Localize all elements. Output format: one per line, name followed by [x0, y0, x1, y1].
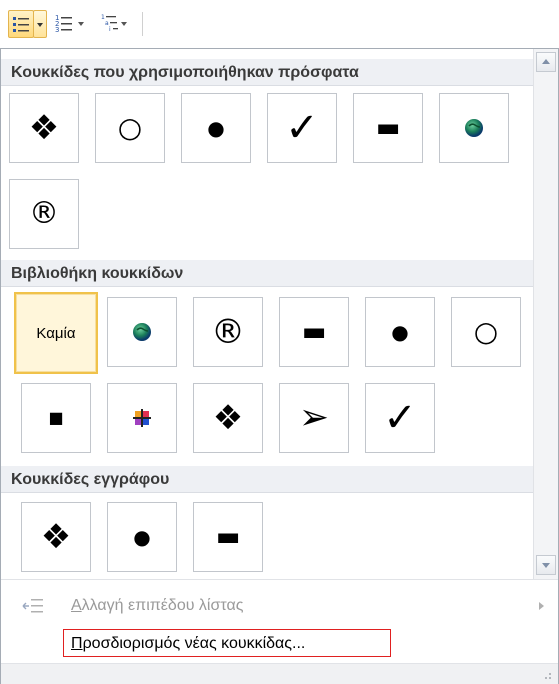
diamond-bullet-icon: ❖: [40, 517, 72, 557]
diamond-bullet-icon: ❖: [212, 398, 244, 438]
filled-circle-bullet-icon: ●: [207, 116, 225, 140]
arrow-bullet-icon: ➢: [298, 397, 330, 438]
define-new-bullet-label: Προσδιορισμός νέας κουκκίδας...: [71, 635, 306, 652]
section-header-library: Βιβλιοθήκη κουκκίδων: [1, 260, 533, 287]
bullet-option-dash[interactable]: ▬: [279, 297, 349, 367]
square-bullet-icon: ■: [48, 408, 64, 427]
multicolor-square-bullet-icon: [133, 409, 151, 427]
registered-bullet-icon: ®: [29, 196, 59, 231]
gallery-scrollbar[interactable]: [533, 49, 558, 579]
bullets-dropdown-button[interactable]: [33, 10, 47, 38]
change-level-icon: [22, 599, 43, 613]
resize-grip-icon: [545, 673, 551, 679]
numbering-dropdown-button[interactable]: [76, 10, 86, 36]
section-header-recent: Κουκκίδες που χρησιμοποιήθηκαν πρόσφατα: [1, 59, 533, 86]
hollow-circle-bullet-icon: ○: [473, 315, 499, 348]
bullet-option-dash[interactable]: ▬: [353, 93, 423, 163]
chevron-right-icon: [539, 602, 544, 610]
change-level-label: Αλλαγή επιπέδου λίστας: [71, 597, 244, 614]
registered-bullet-icon: ®: [211, 312, 245, 352]
globe-bullet-icon: [465, 119, 483, 137]
chevron-down-icon: [37, 23, 43, 27]
scroll-down-button[interactable]: [536, 555, 556, 575]
bullet-option-dash[interactable]: ▬: [193, 502, 263, 572]
bullet-option-checkmark[interactable]: ✓: [267, 93, 337, 163]
bullet-option-hollow-circle[interactable]: ○: [95, 93, 165, 163]
numbering-button[interactable]: 1 2 3: [54, 10, 74, 36]
chevron-down-icon: [542, 563, 550, 568]
bullet-option-multicolor-square[interactable]: [107, 383, 177, 453]
bullet-option-diamond[interactable]: ❖: [193, 383, 263, 453]
numbered-list-icon: 1 2 3: [55, 14, 72, 34]
bullet-option-diamond[interactable]: ❖: [21, 502, 91, 572]
bullets-button[interactable]: [8, 10, 34, 38]
checkmark-bullet-icon: ✓: [383, 395, 417, 441]
filled-circle-bullet-icon: ●: [133, 525, 151, 549]
bullet-option-checkmark[interactable]: ✓: [365, 383, 435, 453]
svg-text:i: i: [109, 26, 111, 33]
chevron-up-icon: [542, 59, 550, 64]
dash-bullet-icon: ▬: [375, 113, 401, 143]
toolbar-separator: [142, 12, 143, 36]
bullet-option-none[interactable]: Καμία: [14, 292, 98, 374]
section-header-document: Κουκκίδες εγγράφου: [1, 466, 533, 493]
filled-circle-bullet-icon: ●: [391, 320, 409, 344]
bullet-option-arrow[interactable]: ➢: [279, 383, 349, 453]
bullet-option-filled-circle[interactable]: ●: [181, 93, 251, 163]
hollow-circle-bullet-icon: ○: [117, 111, 143, 144]
paragraph-toolbar: 1 2 3 1 a i: [0, 0, 559, 48]
dash-bullet-icon: ▬: [215, 522, 241, 552]
diamond-bullet-icon: ❖: [28, 108, 60, 148]
bullet-option-globe[interactable]: [107, 297, 177, 367]
globe-bullet-icon: [133, 323, 151, 341]
bullet-option-hollow-circle[interactable]: ○: [451, 297, 521, 367]
svg-text:3: 3: [55, 26, 59, 34]
checkmark-bullet-icon: ✓: [285, 105, 319, 151]
bullet-option-square[interactable]: ■: [21, 383, 91, 453]
change-list-level-menu-item[interactable]: Αλλαγή επιπέδου λίστας: [1, 589, 558, 623]
dash-bullet-icon: ▬: [301, 317, 327, 347]
menu-separator: [1, 579, 558, 580]
chevron-down-icon: [78, 22, 84, 26]
bullet-option-registered[interactable]: ®: [9, 179, 79, 249]
define-new-bullet-menu-item[interactable]: Προσδιορισμός νέας κουκκίδας...: [1, 627, 558, 661]
none-label: Καμία: [36, 324, 76, 342]
bullet-option-registered[interactable]: ®: [193, 297, 263, 367]
bullet-option-globe[interactable]: [439, 93, 509, 163]
bullet-option-filled-circle[interactable]: ●: [365, 297, 435, 367]
bullet-option-diamond[interactable]: ❖: [9, 93, 79, 163]
bullet-library-dropdown: Κουκκίδες που χρησιμοποιήθηκαν πρόσφατα …: [0, 48, 559, 684]
resize-grip[interactable]: [1, 663, 558, 684]
scroll-up-button[interactable]: [536, 52, 556, 72]
multilevel-list-icon: 1 a i: [101, 14, 127, 33]
bullet-gallery: Κουκκίδες που χρησιμοποιήθηκαν πρόσφατα …: [1, 49, 533, 579]
multilevel-list-button[interactable]: 1 a i: [100, 10, 130, 36]
bullet-list-icon: [13, 17, 29, 32]
bullet-option-filled-circle[interactable]: ●: [107, 502, 177, 572]
